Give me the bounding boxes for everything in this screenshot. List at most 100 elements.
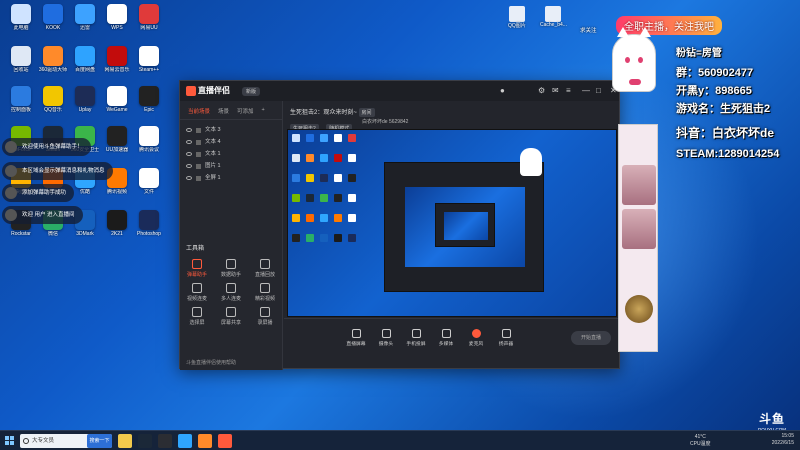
app-icon — [75, 4, 95, 24]
desktop-icon[interactable]: 回收站 — [6, 46, 36, 73]
avatar[interactable]: ● — [500, 86, 505, 95]
settings-icon[interactable]: ⚙ — [538, 86, 545, 95]
eye-icon[interactable] — [186, 176, 192, 180]
camera-icon — [381, 329, 391, 338]
tab-add[interactable]: 可添加 — [237, 107, 254, 115]
desktop-icon[interactable]: 网易UU — [134, 4, 164, 31]
desktop-icon[interactable]: 2K21 — [102, 210, 132, 237]
search-button[interactable]: 搜索一下 — [87, 434, 112, 448]
media-button[interactable]: 多媒体 — [432, 329, 460, 347]
desktop-icon[interactable]: WeGame — [102, 86, 132, 113]
desktop-file-qq-image[interactable]: QQ图片 — [508, 6, 526, 29]
preview-photo — [622, 209, 656, 249]
desktop-icon[interactable]: Epic — [134, 86, 164, 113]
app-title-bar[interactable]: 直播伴侣 新版 ● ⚙ ✉ ≡ — □ ✕ — [180, 81, 619, 101]
desktop-icon-label: Steam++ — [138, 67, 160, 73]
app-icon — [11, 4, 31, 24]
file-explorer-icon[interactable] — [118, 434, 132, 448]
eye-icon[interactable] — [186, 152, 192, 156]
desktop-icon[interactable]: Steam++ — [134, 46, 164, 73]
search-icon — [23, 438, 29, 444]
text-icon — [196, 151, 201, 157]
app-icon[interactable] — [198, 434, 212, 448]
desktop-icon[interactable]: 迅雷 — [70, 4, 100, 31]
douyu-live-icon[interactable] — [218, 434, 232, 448]
room-tag[interactable]: 房间 — [358, 108, 375, 117]
desktop-icon-label: 网易云音乐 — [104, 67, 130, 73]
tool-icon — [192, 259, 202, 269]
toolbox-item[interactable]: 录屏播 — [248, 307, 282, 326]
preview-app-icon — [348, 234, 356, 242]
browser-icon[interactable] — [178, 434, 192, 448]
toolbox-item[interactable]: 精彩视频 — [248, 283, 282, 302]
desktop-icon[interactable]: Photoshop — [134, 210, 164, 237]
desktop-icon[interactable]: KOOK — [38, 4, 68, 31]
toolbox-item[interactable]: 选择屏 — [180, 307, 214, 326]
preview-app-icon — [334, 214, 342, 222]
desktop-icon[interactable]: 腾讯会议 — [134, 126, 164, 153]
streamer-overlay: 求关注 全职主播，关注我吧 粉钻=房管 群：560902477 开黑y：8986… — [580, 16, 800, 196]
preview-app-icon — [306, 174, 314, 182]
desktop-icon[interactable]: Uplay — [70, 86, 100, 113]
app-icon[interactable] — [158, 434, 172, 448]
toolbox-item[interactable]: 视频连麦 — [180, 283, 214, 302]
desktop-file-cache[interactable]: Cache_b4... — [540, 6, 567, 28]
tool-icon — [192, 283, 202, 293]
toolbox-item[interactable]: 多人连麦 — [214, 283, 248, 302]
desktop-icon[interactable]: WPS — [102, 4, 132, 31]
microphone-button[interactable]: 麦克风 — [462, 329, 490, 347]
app-icon — [107, 46, 127, 66]
app-icon — [139, 168, 159, 188]
toolbox-item[interactable]: 直播回放 — [248, 259, 282, 278]
desktop-icon[interactable]: 此电脑 — [6, 4, 36, 31]
system-clock[interactable]: 15:05 2022/6/15 — [772, 433, 794, 447]
toolbox-item[interactable]: 屏幕共享 — [214, 307, 248, 326]
app-icon — [11, 86, 31, 106]
desktop-icon[interactable]: 网易云音乐 — [102, 46, 132, 73]
cpu-temp: 41°C CPU温度 — [690, 434, 711, 447]
menu-icon[interactable]: ≡ — [566, 86, 571, 95]
toolbox-item-label: 视频连麦 — [186, 296, 207, 302]
source-item[interactable]: 图片 1 — [180, 160, 282, 172]
preview-app-icon — [348, 194, 356, 202]
desktop-icon[interactable]: 控制面板 — [6, 86, 36, 113]
overlay-line: 抖音：白衣坏坏de — [676, 126, 775, 140]
source-item[interactable]: 全屏 1 — [180, 172, 282, 184]
tab-scenes[interactable]: 场景 — [218, 107, 229, 115]
eye-icon[interactable] — [186, 128, 192, 132]
add-icon[interactable]: + — [262, 107, 265, 115]
room-title[interactable]: 生死狙击2：观众来时刻~ 房间 — [290, 107, 378, 117]
app-icon — [43, 86, 63, 106]
desktop-icon[interactable]: 百度网盘 — [70, 46, 100, 73]
eye-icon[interactable] — [186, 140, 192, 144]
camera-button[interactable]: 摄像头 — [372, 329, 400, 347]
desktop-icon[interactable]: 文件 — [134, 168, 164, 195]
start-live-button[interactable]: 开始直播 — [571, 331, 611, 345]
tab-current-scene[interactable]: 当前场景 — [188, 107, 210, 115]
douyu-live-companion-window[interactable]: 直播伴侣 新版 ● ⚙ ✉ ≡ — □ ✕ 当前场景 场景 可添加 + 文本 3… — [179, 80, 620, 370]
stream-preview[interactable] — [287, 129, 617, 317]
speaker-button[interactable]: 扬声器 — [492, 329, 520, 347]
desktop-icon[interactable]: 360驱动大师 — [38, 46, 68, 73]
desktop-icon[interactable]: QQ音乐 — [38, 86, 68, 113]
desktop-icon-label: Rockstar — [11, 231, 31, 237]
toolbox-item[interactable]: 弹幕助手 — [180, 259, 214, 278]
desktop-icon-label: Uplay — [78, 107, 92, 113]
phone-cast-button[interactable]: 手机投屏 — [402, 329, 430, 347]
preview-app-icon — [320, 134, 328, 142]
toolbox-item[interactable]: 数据助手 — [214, 259, 248, 278]
overlay-line: 开黑y：898665 — [676, 85, 752, 97]
source-item[interactable]: 文本 4 — [180, 136, 282, 148]
desktop-icon[interactable]: UU加速器 — [102, 126, 132, 153]
source-item[interactable]: 文本 1 — [180, 148, 282, 160]
help-link[interactable]: 斗鱼直播伴侣使用帮助 — [186, 359, 236, 366]
eye-icon[interactable] — [186, 164, 192, 168]
windows-start-icon[interactable] — [5, 436, 15, 446]
source-item[interactable]: 文本 3 — [180, 124, 282, 136]
steam-icon[interactable] — [138, 434, 152, 448]
screen-capture-button[interactable]: 直播屏幕 — [342, 329, 370, 347]
message-icon[interactable]: ✉ — [552, 86, 559, 95]
nested-app-preview — [435, 203, 495, 247]
preview-app-icon — [306, 214, 314, 222]
version-badge[interactable]: 新版 — [242, 87, 261, 96]
